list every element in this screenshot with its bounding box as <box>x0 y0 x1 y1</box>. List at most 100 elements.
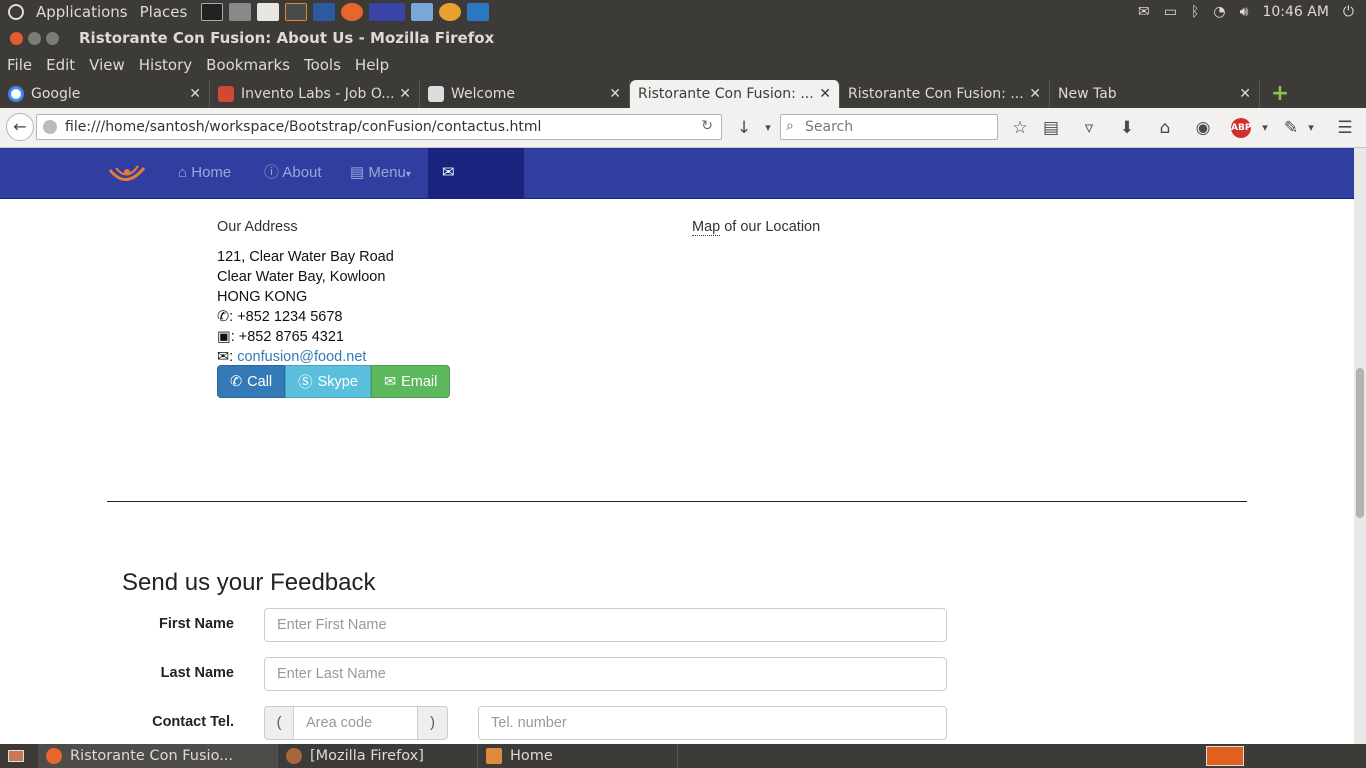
first-name-input[interactable]: Enter First Name <box>264 608 947 642</box>
home-icon[interactable]: ⌂ <box>1155 118 1175 138</box>
text-editor-icon[interactable] <box>257 3 280 21</box>
close-icon[interactable]: ✕ <box>1029 86 1041 102</box>
tel-number-input[interactable]: Tel. number <box>478 706 947 740</box>
hamburger-menu-icon[interactable]: ☰ <box>1335 118 1355 138</box>
phone-line: ✆: +852 1234 5678 <box>217 307 394 327</box>
call-button[interactable]: ✆ Call <box>217 365 286 398</box>
close-icon[interactable]: ✕ <box>1239 86 1251 102</box>
tab-confusion-2[interactable]: Ristorante Con Fusion: ... ✕ <box>840 80 1050 108</box>
menu-history[interactable]: History <box>132 56 199 74</box>
reload-icon[interactable]: ↻ <box>701 118 713 134</box>
scrollbar-thumb[interactable] <box>1356 368 1364 518</box>
menu-edit[interactable]: Edit <box>39 56 82 74</box>
volume-icon[interactable]: 🔊︎ <box>1240 4 1249 20</box>
search-placeholder: Search <box>805 119 854 135</box>
screenshot-icon[interactable] <box>467 3 490 21</box>
call-label: Call <box>247 373 273 390</box>
battery-icon[interactable]: ▭ <box>1164 4 1177 20</box>
taskbar-item-home[interactable]: Home <box>478 744 678 768</box>
bottom-taskbar: Ristorante Con Fusio... [Mozilla Firefox… <box>0 744 1366 768</box>
tab-confusion-active[interactable]: Ristorante Con Fusion: ... ✕ <box>630 80 840 108</box>
adblock-icon[interactable]: ABP <box>1231 118 1251 138</box>
wifi-icon[interactable]: ◔ <box>1213 4 1225 20</box>
menu-file[interactable]: File <box>0 56 39 74</box>
page-scrollbar[interactable] <box>1354 148 1366 744</box>
taskbar-item-firefox-active[interactable]: Ristorante Con Fusio... <box>38 744 278 768</box>
area-code-placeholder: Area code <box>306 715 373 731</box>
taskbar-item-firefox[interactable]: [Mozilla Firefox] <box>278 744 478 768</box>
clock[interactable]: 10:46 AM <box>1262 4 1328 20</box>
pocket-icon[interactable]: ▿ <box>1079 118 1099 138</box>
url-text[interactable]: file:///home/santosh/workspace/Bootstrap… <box>65 119 541 135</box>
workspace-switcher-icon[interactable] <box>369 3 406 21</box>
nav-menu[interactable]: ▤ Menu▾ <box>336 148 425 198</box>
extension-icon[interactable]: ✎ <box>1281 118 1301 138</box>
firefox-icon[interactable] <box>341 3 364 21</box>
url-bar[interactable]: file:///home/santosh/workspace/Bootstrap… <box>36 114 722 140</box>
window-close-icon[interactable] <box>10 31 23 45</box>
home-icon: ⌂ <box>178 164 192 181</box>
terminal-icon[interactable] <box>201 3 224 21</box>
tab-google[interactable]: Google ✕ <box>0 80 210 108</box>
email-prefix: : <box>229 349 234 365</box>
adblock-dropdown-icon[interactable]: ▾ <box>1255 118 1275 138</box>
window-maximize-icon[interactable] <box>46 31 59 45</box>
last-name-input[interactable]: Enter Last Name <box>264 657 947 691</box>
area-code-close-paren: ) <box>417 706 448 740</box>
area-code-input[interactable]: Area code <box>293 706 418 740</box>
download-arrow-icon[interactable]: ⬇ <box>1117 118 1137 138</box>
nav-home[interactable]: ⌂ Home <box>164 148 245 198</box>
back-button[interactable]: ← <box>6 113 34 141</box>
skype-button[interactable]: Ⓢ Skype <box>285 365 371 398</box>
places-menu[interactable]: Places <box>134 3 194 21</box>
downloads-icon[interactable]: ↓ <box>734 118 754 138</box>
email-button[interactable]: ✉ Email <box>370 365 451 398</box>
power-icon[interactable]: ⏻ <box>1343 4 1354 20</box>
nav-about[interactable]: ⓘ About <box>250 148 336 198</box>
bookmark-star-icon[interactable]: ☆ <box>1010 118 1030 138</box>
menu-bookmarks[interactable]: Bookmarks <box>199 56 297 74</box>
nav-contact-label: Contact <box>442 214 494 231</box>
search-input[interactable]: ⌕ Search <box>780 114 998 140</box>
close-icon[interactable]: ✕ <box>189 86 201 102</box>
close-icon[interactable]: ✕ <box>399 86 411 102</box>
jenkins-icon <box>428 86 444 102</box>
site-info-icon[interactable] <box>43 120 57 134</box>
workspace-indicator-icon[interactable] <box>1206 746 1244 766</box>
address-block: 121, Clear Water Bay Road Clear Water Ba… <box>217 247 394 367</box>
menu-help[interactable]: Help <box>348 56 396 74</box>
system-monitor-icon[interactable] <box>313 3 336 21</box>
close-icon[interactable]: ✕ <box>819 86 831 102</box>
applications-menu[interactable]: Applications <box>30 3 134 21</box>
folder-icon <box>486 748 502 764</box>
email-label: Email <box>401 373 438 390</box>
chat-icon[interactable]: ◉ <box>1193 118 1213 138</box>
menu-view[interactable]: View <box>82 56 132 74</box>
address-line2: Clear Water Bay, Kowloon <box>217 269 386 285</box>
extension-dropdown-icon[interactable]: ▾ <box>1301 118 1321 138</box>
ubuntu-logo-icon[interactable] <box>8 4 24 20</box>
close-icon[interactable]: ✕ <box>609 86 621 102</box>
address-line1: 121, Clear Water Bay Road <box>217 249 394 265</box>
restaurant-logo-icon[interactable] <box>106 160 148 190</box>
tab-new-tab[interactable]: New Tab ✕ <box>1050 80 1260 108</box>
navigation-toolbar: ← file:///home/santosh/workspace/Bootstr… <box>0 108 1366 148</box>
bluetooth-icon[interactable]: ᛒ <box>1191 4 1199 20</box>
contact-button-group: ✆ Call Ⓢ Skype ✉ Email <box>217 365 451 398</box>
menu-tools[interactable]: Tools <box>297 56 348 74</box>
tab-invento-labs[interactable]: Invento Labs - Job O... ✕ <box>210 80 420 108</box>
email-link[interactable]: confusion@food.net <box>237 349 366 365</box>
reading-list-icon[interactable]: ▤ <box>1041 118 1061 138</box>
nav-contact[interactable]: ✉ Contact <box>428 148 524 231</box>
dropdown-arrow-icon[interactable]: ▾ <box>758 118 778 138</box>
tab-welcome[interactable]: Welcome ✕ <box>420 80 630 108</box>
mail-icon[interactable]: ✉ <box>1138 4 1150 20</box>
window-minimize-icon[interactable] <box>28 31 41 45</box>
virtualbox-icon[interactable] <box>411 3 434 21</box>
caret-down-icon: ▾ <box>405 169 411 180</box>
sublime-text-icon[interactable] <box>285 3 308 21</box>
show-desktop-icon[interactable] <box>8 750 24 762</box>
eclipse-icon[interactable] <box>439 3 462 21</box>
calculator-icon[interactable] <box>229 3 252 21</box>
new-tab-plus-icon[interactable]: + <box>1260 80 1300 108</box>
